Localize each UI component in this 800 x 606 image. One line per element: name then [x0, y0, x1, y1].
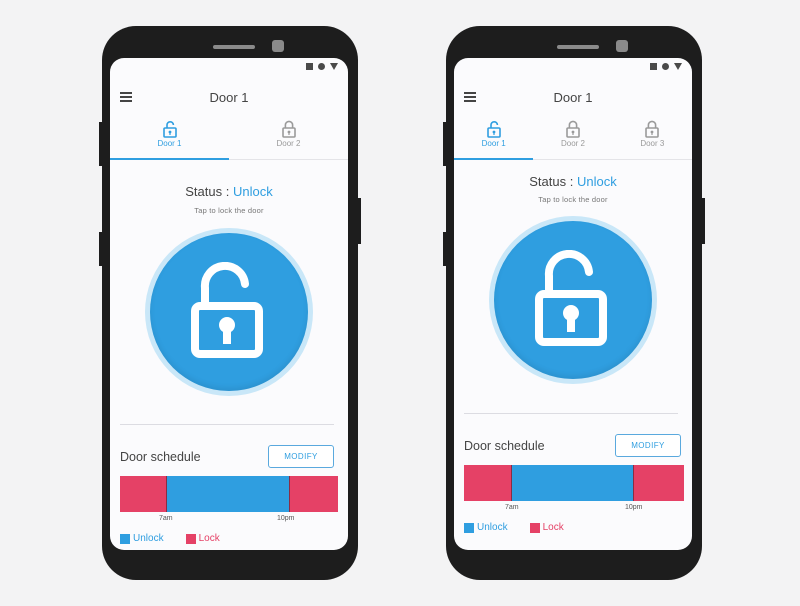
tick-label-start: 7am	[159, 515, 173, 522]
page-title: Door 1	[209, 90, 249, 105]
schedule-title: Door schedule	[464, 439, 545, 453]
status-line: Status : Unlock	[454, 174, 692, 189]
legend-label: Unlock	[477, 522, 508, 533]
app-bar: Door 1	[454, 84, 692, 110]
phone-right: Door 1 Door 1 Door 2 Door 3 Status: Unl…	[443, 26, 705, 580]
screen: Door 1 Door 1 Door 2 Door 3 Status: Unl…	[454, 58, 692, 550]
tap-hint: Tap to lock the door	[538, 195, 608, 204]
lock-toggle-face	[494, 221, 652, 379]
schedule-segment-lock	[289, 476, 338, 512]
status-bar	[650, 63, 682, 70]
legend-swatch-unlock	[464, 522, 474, 533]
tab-door-2[interactable]: Door 2	[229, 118, 348, 159]
unlocked-padlock-icon	[162, 121, 177, 138]
status-value: Unlock	[576, 174, 617, 189]
phone-left: Door 1 Door 1 Door 2 Status: Unlock Tap…	[99, 26, 361, 580]
lock-toggle-button[interactable]	[145, 228, 313, 396]
legend-label: Lock	[542, 522, 564, 533]
notification-icon	[306, 63, 313, 70]
lock-toggle-button[interactable]	[489, 216, 657, 384]
modify-button[interactable]: MODIFY	[268, 445, 334, 468]
tick-label-end: 10pm	[625, 504, 643, 511]
modify-button[interactable]: MODIFY	[615, 434, 681, 457]
status-line: Status : Unlock	[110, 184, 348, 199]
tab-door-1[interactable]: Door 1	[110, 118, 229, 160]
speaker-grille	[557, 45, 599, 49]
screen: Door 1 Door 1 Door 2 Status: Unlock Tap…	[110, 58, 348, 550]
tab-label: Door 2	[276, 139, 301, 148]
front-camera	[272, 40, 284, 52]
wifi-icon	[662, 63, 669, 70]
legend-item-unlock: Unlock	[120, 533, 164, 544]
tab-label: Door 1	[157, 139, 182, 148]
tap-hint: Tap to lock the door	[194, 206, 264, 215]
schedule-segment-lock	[464, 465, 511, 501]
page-title: Door 1	[553, 90, 593, 105]
tab-door-1[interactable]: Door 1	[454, 118, 534, 160]
padlock-icon	[566, 120, 580, 138]
power-key	[701, 198, 705, 244]
legend-item-lock: Lock	[185, 533, 220, 544]
legend-item-lock: Lock	[529, 522, 564, 533]
schedule-segment-unlock	[511, 465, 633, 501]
schedule-bar[interactable]	[120, 476, 338, 512]
status-label: Status :	[185, 184, 233, 199]
tab-door-2[interactable]: Door 2	[533, 118, 612, 159]
power-key	[357, 198, 361, 244]
status-label: Status :	[529, 174, 577, 189]
schedule-legend: Unlock Lock	[120, 533, 220, 544]
tab-label: Door 3	[640, 139, 665, 148]
status-value: Unlock	[232, 184, 273, 199]
door-tabs: Door 1 Door 2 Door 3	[454, 118, 692, 160]
status-bar	[306, 63, 338, 70]
volume-up-key	[99, 122, 103, 166]
signal-icon	[330, 63, 338, 70]
schedule-segment-lock	[120, 476, 166, 512]
legend-swatch-lock	[529, 522, 540, 533]
schedule-legend: Unlock Lock	[464, 522, 564, 533]
app-bar: Door 1	[110, 84, 348, 110]
divider	[120, 424, 334, 425]
schedule-segment-lock	[633, 465, 684, 501]
legend-label: Unlock	[133, 533, 164, 544]
schedule-segment-unlock	[166, 476, 289, 512]
door-tabs: Door 1 Door 2	[110, 118, 348, 160]
volume-down-key	[443, 232, 447, 266]
tab-door-3[interactable]: Door 3	[613, 118, 692, 159]
tick-label-start: 7am	[505, 504, 519, 511]
legend-swatch-unlock	[120, 533, 130, 544]
legend-item-unlock: Unlock	[464, 522, 508, 533]
volume-down-key	[99, 232, 103, 266]
speaker-grille	[213, 45, 255, 49]
signal-icon	[674, 63, 682, 70]
tab-label: Door 2	[560, 139, 585, 148]
unlocked-padlock-icon	[486, 121, 501, 138]
volume-up-key	[443, 122, 447, 166]
wifi-icon	[318, 63, 325, 70]
schedule-bar[interactable]	[464, 465, 684, 501]
front-camera	[616, 40, 628, 52]
padlock-icon	[281, 120, 296, 138]
padlock-icon	[645, 120, 660, 138]
schedule-title: Door schedule	[120, 450, 201, 464]
notification-icon	[650, 63, 657, 70]
unlocked-padlock-icon	[191, 262, 263, 358]
divider	[464, 413, 678, 414]
legend-label: Lock	[198, 533, 220, 544]
legend-swatch-lock	[185, 533, 196, 544]
tab-label: Door 1	[481, 139, 506, 148]
lock-toggle-face	[150, 233, 308, 391]
unlocked-padlock-icon	[535, 250, 607, 346]
tick-label-end: 10pm	[277, 515, 295, 522]
